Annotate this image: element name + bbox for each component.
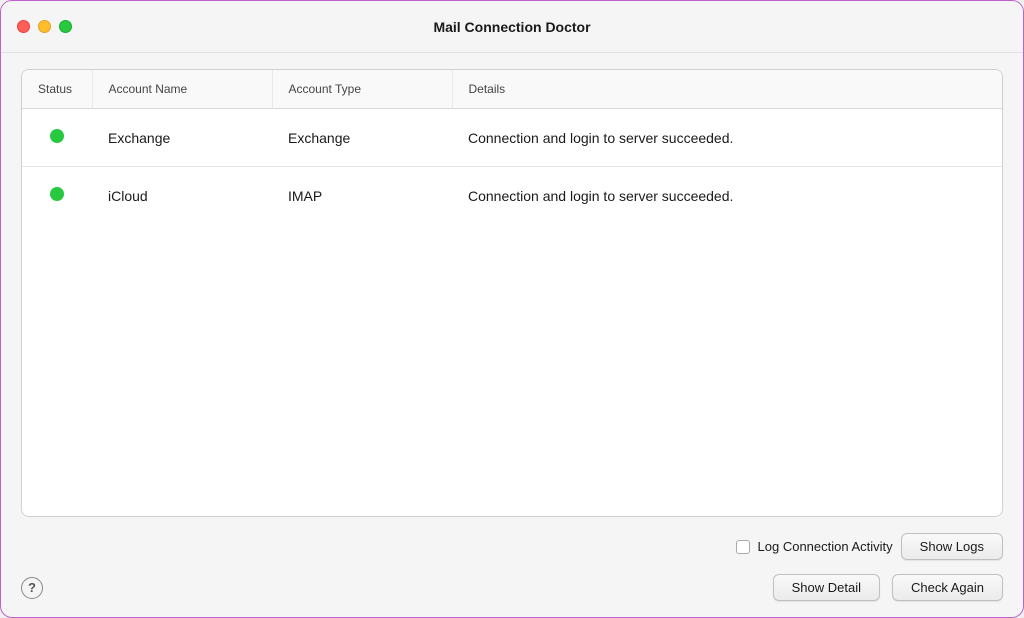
bottom-actions-row: ? Show Detail Check Again (21, 564, 1003, 601)
account-type-cell: IMAP (272, 167, 452, 225)
account-type-cell: Exchange (272, 109, 452, 167)
bottom-bar: Log Connection Activity Show Logs (21, 533, 1003, 564)
show-detail-button[interactable]: Show Detail (773, 574, 880, 601)
col-header-status: Status (22, 70, 92, 109)
accounts-table: Status Account Name Account Type Details… (22, 70, 1002, 224)
status-cell (22, 167, 92, 225)
table-row[interactable]: ExchangeExchangeConnection and login to … (22, 109, 1002, 167)
show-logs-button[interactable]: Show Logs (901, 533, 1003, 560)
window: Mail Connection Doctor Status Account Na… (0, 0, 1024, 618)
minimize-button[interactable] (38, 20, 51, 33)
window-title: Mail Connection Doctor (433, 19, 590, 35)
table-body: ExchangeExchangeConnection and login to … (22, 109, 1002, 225)
status-indicator (50, 129, 64, 143)
col-header-account-type: Account Type (272, 70, 452, 109)
main-content: Status Account Name Account Type Details… (1, 53, 1023, 617)
log-activity-checkbox[interactable] (736, 540, 750, 554)
details-cell: Connection and login to server succeeded… (452, 167, 1002, 225)
status-cell (22, 109, 92, 167)
log-activity-label: Log Connection Activity (758, 539, 893, 554)
col-header-details: Details (452, 70, 1002, 109)
maximize-button[interactable] (59, 20, 72, 33)
account-name-cell: iCloud (92, 167, 272, 225)
status-indicator (50, 187, 64, 201)
log-activity-row: Log Connection Activity Show Logs (736, 533, 1003, 560)
table-row[interactable]: iCloudIMAPConnection and login to server… (22, 167, 1002, 225)
traffic-lights (17, 20, 72, 33)
help-button[interactable]: ? (21, 577, 43, 599)
account-name-cell: Exchange (92, 109, 272, 167)
table-container: Status Account Name Account Type Details… (21, 69, 1003, 517)
check-again-button[interactable]: Check Again (892, 574, 1003, 601)
titlebar: Mail Connection Doctor (1, 1, 1023, 53)
details-cell: Connection and login to server succeeded… (452, 109, 1002, 167)
table-header: Status Account Name Account Type Details (22, 70, 1002, 109)
action-buttons: Show Detail Check Again (773, 574, 1003, 601)
col-header-account-name: Account Name (92, 70, 272, 109)
close-button[interactable] (17, 20, 30, 33)
